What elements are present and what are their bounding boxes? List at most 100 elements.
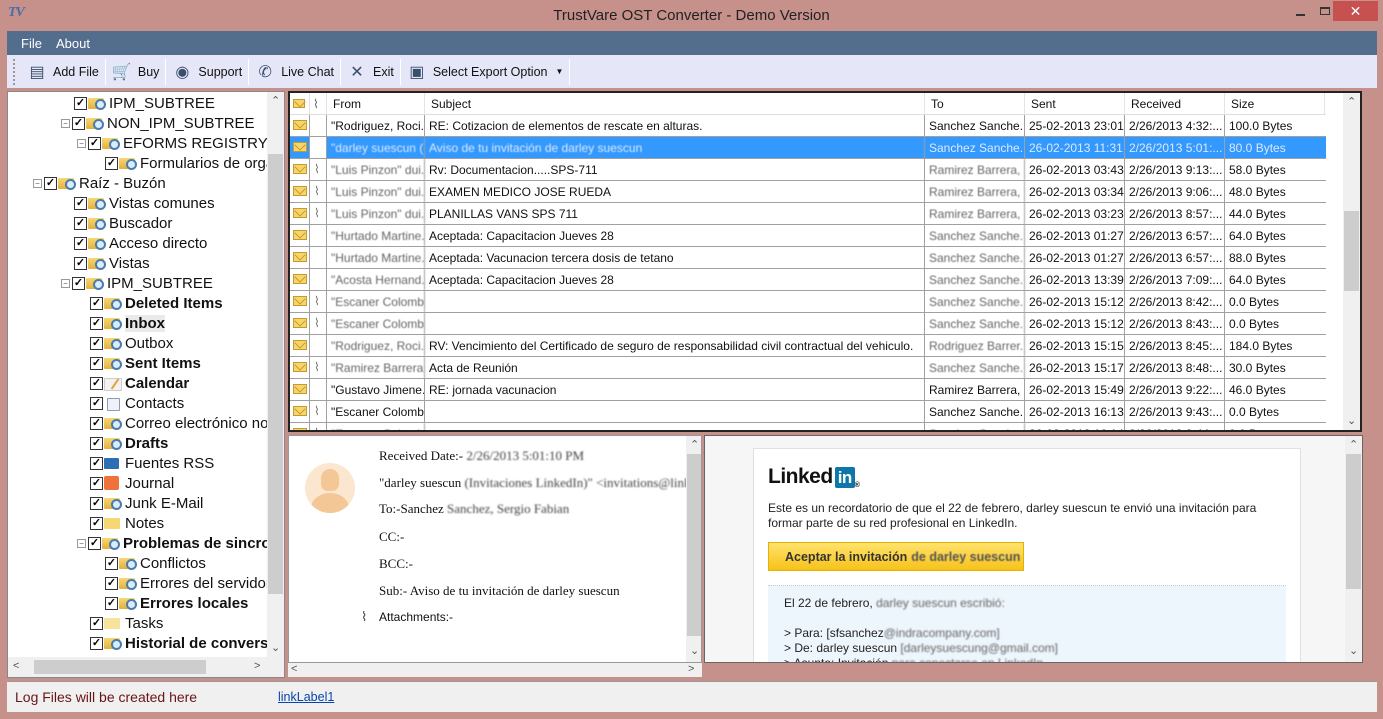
column-header-attachment[interactable]: ⌇	[310, 93, 327, 115]
folder-checkbox[interactable]: ✓	[90, 416, 103, 430]
tree-item[interactable]: ✓ Vistas	[74, 253, 150, 273]
column-header-subject[interactable]: Subject	[425, 93, 925, 115]
column-header-size[interactable]: Size	[1225, 93, 1325, 115]
accept-invitation-button[interactable]: Aceptar la invitación de darley suescun	[768, 542, 1024, 571]
tree-item[interactable]: ✓ Vistas comunes	[74, 193, 215, 213]
message-row[interactable]: "Rodriguez, Roci... RE: Cotizacion de ele…	[290, 115, 1326, 137]
folder-checkbox[interactable]: ✓	[90, 376, 103, 390]
scroll-up-icon[interactable]: ⌃	[1347, 95, 1356, 108]
live-chat-button[interactable]: ✆ Live Chat	[249, 58, 340, 86]
tree-item[interactable]: ✓ Tasks	[90, 613, 163, 633]
column-header-sent[interactable]: Sent	[1025, 93, 1125, 115]
folder-checkbox[interactable]: ✓	[90, 636, 103, 650]
message-row[interactable]: "Rodriguez, Roci... RV: Vencimiento del C…	[290, 335, 1326, 357]
toolbar-grip[interactable]	[13, 58, 15, 85]
message-row[interactable]: ⌇ "Escaner Colomb... Sanchez Sanche...26-0…	[290, 313, 1326, 335]
tree-item[interactable]: ✓ Calendar	[90, 373, 189, 393]
folder-checkbox[interactable]: ✓	[74, 196, 87, 210]
body-vertical-scrollbar[interactable]: ⌃ ⌄	[1345, 436, 1362, 662]
tree-item[interactable]: ✓ Contacts	[90, 393, 184, 413]
folder-checkbox[interactable]: ✓	[72, 276, 85, 290]
column-header-received[interactable]: Received	[1125, 93, 1225, 115]
close-button[interactable]: ✕	[1333, 1, 1378, 21]
add-file-button[interactable]: ▤ Add File	[21, 58, 105, 86]
tree-item[interactable]: ✓ Fuentes RSS	[90, 453, 214, 473]
folder-checkbox[interactable]: ✓	[90, 336, 103, 350]
message-row[interactable]: ⌇ "Luis Pinzon" dui... Rv: Documentacion..…	[290, 159, 1326, 181]
menu-about[interactable]: About	[52, 36, 100, 51]
tree-item[interactable]: ✓ Notes	[90, 513, 164, 533]
header-vertical-scrollbar[interactable]: ⌃ ⌄	[686, 436, 701, 662]
message-row[interactable]: ⌇ "Escaner Colomb... Sanchez Sanche...26-0…	[290, 291, 1326, 313]
header-scroll-thumb[interactable]	[687, 454, 701, 636]
message-row[interactable]: "Hurtado Martine... Aceptada: Vacunacion …	[290, 247, 1326, 269]
message-row[interactable]: "Hurtado Martine... Aceptada: Capacitacio…	[290, 225, 1326, 247]
tree-item[interactable]: ✓ Formularios de organización	[105, 153, 284, 173]
tree-item[interactable]: − ✓ EFORMS REGISTRY	[77, 133, 268, 153]
log-link[interactable]: linkLabel1	[278, 690, 334, 704]
folder-checkbox[interactable]: ✓	[105, 556, 118, 570]
collapse-toggle-icon[interactable]: −	[77, 538, 86, 548]
message-row[interactable]: "Acosta Hernand... Aceptada: Capacitacion…	[290, 269, 1326, 291]
scroll-down-icon[interactable]: ⌄	[690, 644, 699, 657]
tree-item[interactable]: ✓ Buscador	[74, 213, 172, 233]
tree-item[interactable]: ✓ Errores locales	[105, 593, 248, 613]
folder-checkbox[interactable]: ✓	[90, 356, 103, 370]
folder-checkbox[interactable]: ✓	[90, 456, 103, 470]
folder-checkbox[interactable]: ✓	[74, 96, 87, 110]
tree-item[interactable]: − ✓ Raíz - Buzón	[33, 173, 166, 193]
collapse-toggle-icon[interactable]: −	[61, 278, 70, 288]
scroll-down-icon[interactable]: ⌄	[1349, 644, 1358, 657]
tree-item[interactable]: ✓ Acceso directo	[74, 233, 207, 253]
scroll-left-icon[interactable]: <	[13, 660, 19, 672]
message-row[interactable]: ⌇ "Escaner Colomb... Sanchez Sanche...26-0…	[290, 401, 1326, 423]
scroll-up-icon[interactable]: ⌃	[271, 94, 280, 107]
folder-checkbox[interactable]: ✓	[90, 496, 103, 510]
tree-item[interactable]: ✓ IPM_SUBTREE	[74, 93, 215, 113]
tree-item[interactable]: ✓ Deleted Items	[90, 293, 223, 313]
folder-checkbox[interactable]: ✓	[88, 536, 101, 550]
buy-button[interactable]: 🛒 Buy	[106, 58, 166, 86]
scroll-down-icon[interactable]: ⌄	[1347, 414, 1356, 427]
tree-hscroll-thumb[interactable]	[34, 660, 206, 674]
message-row[interactable]: ⌇ "Ramirez Barrera,...Acta de ReuniónSanc…	[290, 357, 1326, 379]
folder-checkbox[interactable]: ✓	[105, 576, 118, 590]
collapse-toggle-icon[interactable]: −	[61, 118, 70, 128]
folder-checkbox[interactable]: ✓	[90, 316, 103, 330]
folder-checkbox[interactable]: ✓	[88, 136, 101, 150]
support-button[interactable]: ◉ Support	[166, 58, 248, 86]
grid-vertical-scrollbar[interactable]: ⌃ ⌄	[1343, 93, 1360, 430]
tree-horizontal-scrollbar[interactable]: < >	[8, 657, 284, 677]
folder-checkbox[interactable]: ✓	[74, 236, 87, 250]
tree-item[interactable]: ✓ Sent Items	[90, 353, 201, 373]
folder-checkbox[interactable]: ✓	[90, 616, 103, 630]
tree-item[interactable]: ✓ Outbox	[90, 333, 173, 353]
message-row[interactable]: ⌇ "Escaner Colomb... Sanchez Sanche...26-0…	[290, 423, 1326, 430]
folder-checkbox[interactable]: ✓	[74, 216, 87, 230]
tree-item[interactable]: ✓ Errores del servidor	[105, 573, 271, 593]
tree-item[interactable]: ✓ Inbox	[90, 313, 165, 333]
folder-checkbox[interactable]: ✓	[90, 476, 103, 490]
select-export-option-dropdown[interactable]: ▣ Select Export Option ▼	[401, 58, 570, 86]
grid-scroll-thumb[interactable]	[1344, 211, 1359, 291]
message-row[interactable]: ⌇ "Luis Pinzon" dui... PLANILLAS VANS SPS …	[290, 203, 1326, 225]
tree-item[interactable]: ✓ Conflictos	[105, 553, 206, 573]
tree-item[interactable]: ✓ Junk E-Mail	[90, 493, 203, 513]
collapse-toggle-icon[interactable]: −	[77, 138, 86, 148]
body-scroll-thumb[interactable]	[1346, 454, 1361, 589]
column-header-read-status[interactable]	[290, 93, 310, 115]
scroll-right-icon[interactable]: >	[254, 660, 260, 672]
exit-button[interactable]: ✕ Exit	[341, 58, 400, 86]
message-row[interactable]: "darley suescun (... Aviso de tu invitaci…	[290, 137, 1326, 159]
scroll-right-icon[interactable]: >	[688, 663, 694, 675]
folder-checkbox[interactable]: ✓	[90, 436, 103, 450]
column-header-from[interactable]: From	[327, 93, 425, 115]
tree-item[interactable]: ✓ Drafts	[90, 433, 168, 453]
folder-checkbox[interactable]: ✓	[72, 116, 85, 130]
message-row[interactable]: ⌇ "Luis Pinzon" dui... EXAMEN MEDICO JOSE …	[290, 181, 1326, 203]
scroll-down-icon[interactable]: ⌄	[271, 641, 280, 654]
tree-item[interactable]: − ✓ IPM_SUBTREE	[61, 273, 213, 293]
folder-checkbox[interactable]: ✓	[74, 256, 87, 270]
tree-item[interactable]: ✓ Correo electrónico no deseado	[90, 413, 284, 433]
collapse-toggle-icon[interactable]: −	[33, 178, 42, 188]
